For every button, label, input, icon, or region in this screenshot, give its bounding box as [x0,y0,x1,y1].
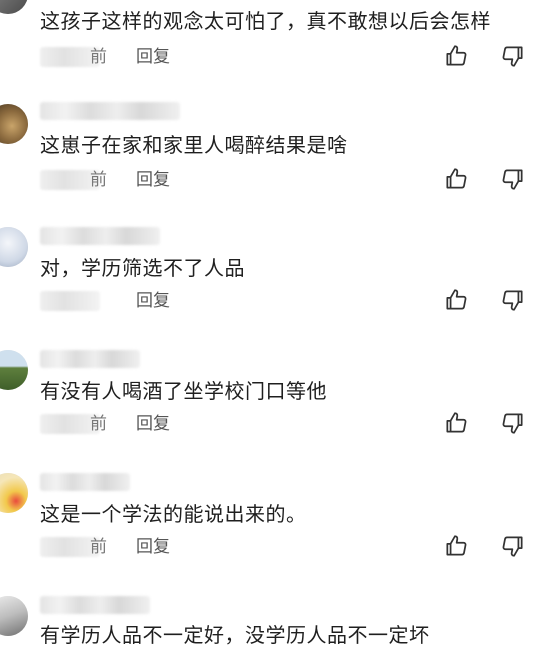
avatar[interactable] [0,104,28,144]
comment-text: 这孩子这样的观念太可怕了，真不敢想以后会怎样 [40,9,491,33]
avatar[interactable] [0,227,28,267]
thumbs-down-icon[interactable] [500,410,528,438]
thumbs-down-icon[interactable] [500,43,528,71]
username-blurred [40,596,150,614]
username-blurred [40,350,140,368]
username-blurred [40,227,160,245]
thumbs-up-icon[interactable] [443,410,471,438]
username-blurred [40,473,130,491]
thumbs-up-icon[interactable] [443,533,471,561]
reply-button[interactable]: 回复 [136,289,170,313]
username-blurred [40,102,180,120]
comment-text: 有学历人品不一定好，没学历人品不一定坏 [40,623,430,647]
comment-meta: 前 回复 [40,168,536,192]
timestamp: 前 [90,537,107,557]
timestamp: 前 [90,47,107,67]
comment-meta: 前 回复 [40,45,536,69]
avatar[interactable] [0,350,28,390]
comment-text: 对，学历筛选不了人品 [40,256,245,280]
comment-meta: 回复 [40,289,536,313]
comment-meta: 前 回复 [40,412,536,436]
comment-item: 有学历人品不一定好，没学历人品不一定坏 [0,588,536,655]
reply-button[interactable]: 回复 [136,412,170,436]
comment-text: 有没有人喝酒了坐学校门口等他 [40,379,327,403]
comment-item: 有没有人喝酒了坐学校门口等他 前 回复 [0,342,536,464]
timestamp: 前 [90,414,107,434]
comment-meta: 前 回复 [40,535,536,559]
comment-item: 这是一个学法的能说出来的。 前 回复 [0,465,536,587]
avatar[interactable] [0,473,28,513]
reply-button[interactable]: 回复 [136,168,170,192]
avatar[interactable] [0,0,28,14]
reply-button[interactable]: 回复 [136,535,170,559]
timestamp-blurred [40,291,100,311]
comment-text: 这是一个学法的能说出来的。 [40,502,307,526]
comment-item: 这崽子在家和家里人喝醉结果是啥 前 回复 [0,96,536,218]
reply-button[interactable]: 回复 [136,45,170,69]
comment-item: 对，学历筛选不了人品 回复 [0,219,536,341]
thumbs-up-icon[interactable] [443,43,471,71]
thumbs-up-icon[interactable] [443,166,471,194]
thumbs-up-icon[interactable] [443,287,471,315]
avatar[interactable] [0,596,28,636]
thumbs-down-icon[interactable] [500,533,528,561]
thumbs-down-icon[interactable] [500,166,528,194]
comment-text: 这崽子在家和家里人喝醉结果是啥 [40,133,348,157]
thumbs-down-icon[interactable] [500,287,528,315]
timestamp: 前 [90,170,107,190]
